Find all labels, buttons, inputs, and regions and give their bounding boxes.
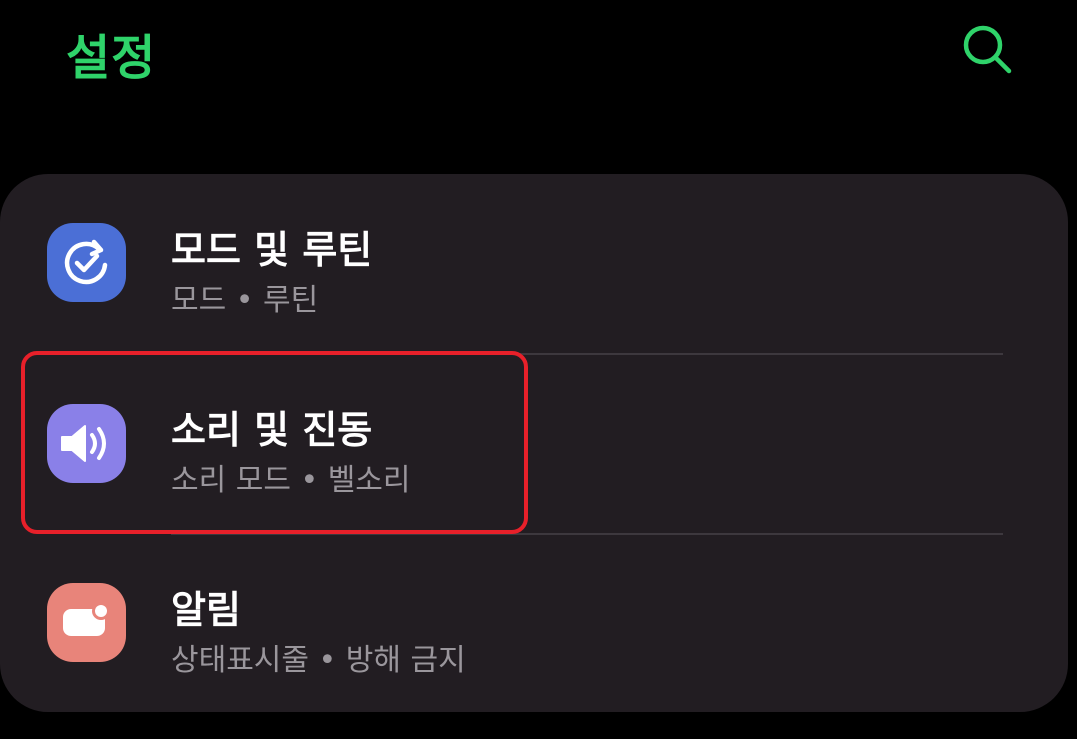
settings-item-subtitle: 상태표시줄 • 방해 금지: [171, 643, 466, 678]
settings-item-modes-routines[interactable]: 모드 및 루틴 모드 • 루틴: [0, 174, 1068, 354]
modes-routines-icon-tile: [47, 223, 126, 302]
page-title: 설정: [66, 30, 157, 86]
highlight-box: [21, 351, 528, 534]
settings-item-title: 모드 및 루틴: [171, 228, 373, 272]
settings-item-notifications[interactable]: 알림 상태표시줄 • 방해 금지: [0, 534, 1068, 714]
notification-icon: [63, 602, 110, 636]
check-cycle-icon: [64, 239, 108, 285]
search-button[interactable]: [958, 22, 1016, 80]
settings-item-subtitle: 모드 • 루틴: [171, 283, 319, 318]
settings-item-title: 알림: [171, 588, 241, 632]
notification-icon-tile: [47, 583, 126, 662]
search-icon: [963, 25, 1012, 74]
